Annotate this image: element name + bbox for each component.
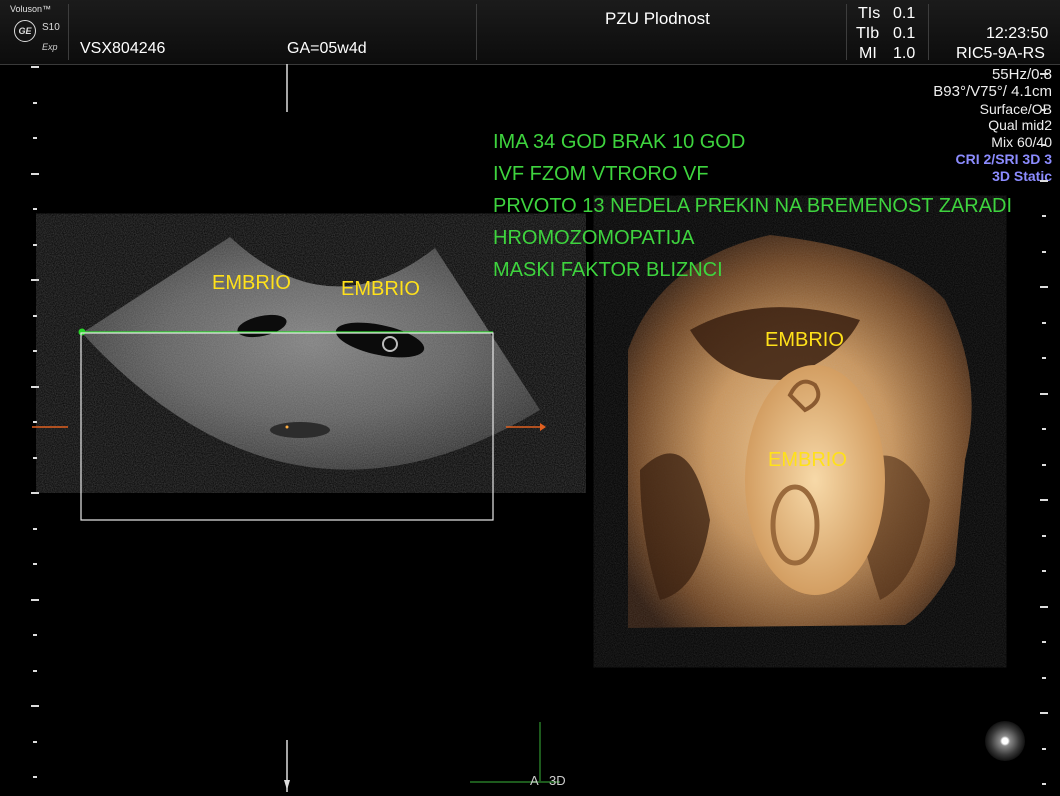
arrow-right-icon xyxy=(540,423,546,431)
embrio-label-3: EMBRIO xyxy=(765,329,844,351)
3d-render-image xyxy=(628,235,972,628)
embrio-label-4: EMBRIO xyxy=(768,449,847,471)
bmode-sector-image xyxy=(82,237,540,470)
view-a-label[interactable]: A xyxy=(530,773,539,788)
view-3d-label[interactable]: 3D xyxy=(549,773,566,788)
embrio-label-2: EMBRIO xyxy=(341,278,420,300)
trackball-icon[interactable] xyxy=(985,721,1025,761)
annotation-line-5: MASKI FAKTOR BLIZNCI xyxy=(493,259,723,281)
roi-handle-icon[interactable] xyxy=(78,328,86,336)
focus-point-icon xyxy=(285,425,289,429)
annotation-line-1: IMA 34 GOD BRAK 10 GOD xyxy=(493,131,746,153)
embrio-label-1: EMBRIO xyxy=(212,272,291,294)
center-arrow-icon xyxy=(284,780,290,790)
annotation-line-4: HROMOZOMOPATIJA xyxy=(493,227,695,249)
ultrasound-viewport xyxy=(32,64,972,792)
annotation-line-2: IVF FZOM VTRORO VF xyxy=(493,163,709,185)
annotation-line-3: PRVOTO 13 NEDELA PREKIN NA BREMENOST ZAR… xyxy=(493,195,1013,217)
